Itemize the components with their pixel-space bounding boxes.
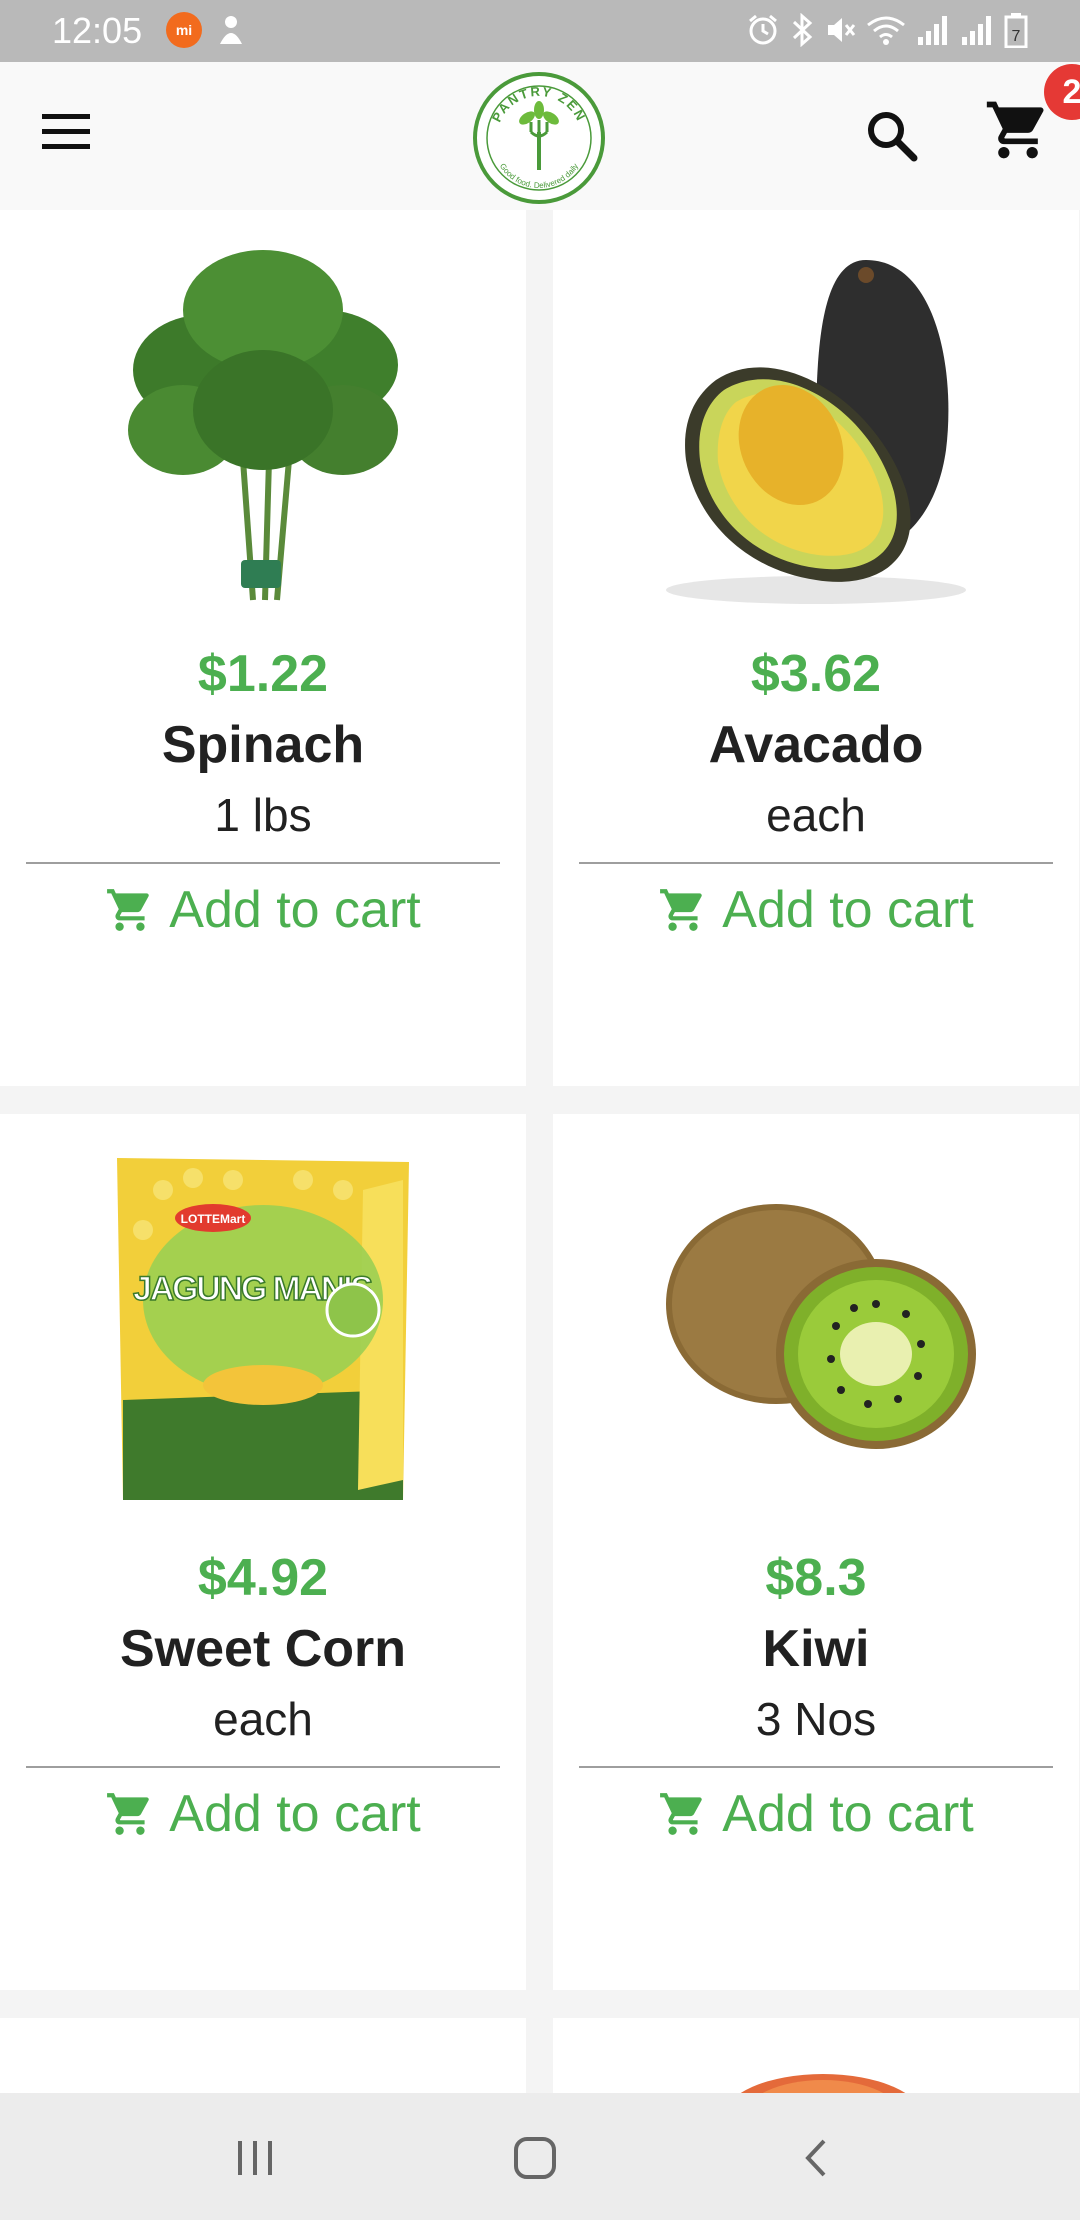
status-bar: 12:05 mi 7	[0, 0, 1080, 62]
divider	[579, 1766, 1053, 1768]
battery-level: 7	[1012, 28, 1021, 45]
cart-icon	[986, 101, 1044, 159]
system-nav-bar	[0, 2093, 1080, 2220]
product-unit: each	[213, 1693, 313, 1745]
cart-icon	[660, 1793, 703, 1835]
screen: 12:05 mi 7 PANTRY ZEN Good food. Deliver…	[0, 0, 1080, 2220]
home-icon	[514, 2137, 556, 2179]
add-to-cart-button[interactable]: Add to cart	[553, 1784, 1079, 1844]
product-image-kiwi	[553, 1114, 1079, 1534]
product-card-partial	[553, 2018, 1079, 2098]
product-card-partial	[0, 2018, 526, 2098]
product-image-avocado	[553, 210, 1079, 630]
product-price: $4.92	[197, 1549, 329, 1607]
mute-icon	[828, 18, 856, 42]
product-image-partial	[733, 2074, 913, 2098]
notification-icon	[220, 16, 242, 44]
status-time: 12:05	[52, 10, 143, 51]
product-card: $8.3 Kiwi 3 Nos Add to cart	[553, 1114, 1079, 1990]
recent-apps-button[interactable]	[220, 2123, 290, 2193]
logo: PANTRY ZEN Good food. Delivered daily	[473, 72, 605, 204]
search-button[interactable]	[862, 106, 924, 168]
bluetooth-icon	[792, 13, 813, 47]
hamburger-menu-icon	[42, 114, 102, 149]
product-image-spinach	[0, 210, 526, 630]
product-price: $3.62	[750, 645, 882, 703]
mi-icon: mi	[166, 12, 202, 48]
status-left-icons: mi	[166, 12, 246, 48]
divider	[26, 1766, 500, 1768]
back-button[interactable]	[782, 2123, 852, 2193]
product-name: Sweet Corn	[119, 1620, 407, 1678]
divider	[579, 862, 1053, 864]
cart-icon	[660, 889, 703, 931]
recent-apps-icon	[238, 2141, 272, 2175]
product-name: Avacado	[708, 716, 924, 774]
product-card: LOTTEMart JAGUNG MANIS $4.92 Sweet Corn …	[0, 1114, 526, 1990]
back-icon	[805, 2139, 826, 2177]
product-price: $8.3	[765, 1549, 867, 1607]
cart-icon	[107, 1793, 150, 1835]
menu-button[interactable]	[42, 114, 102, 160]
home-button[interactable]	[500, 2123, 570, 2193]
signal-icon	[918, 16, 947, 45]
cart-button[interactable]	[984, 96, 1052, 164]
add-to-cart-label: Add to cart	[722, 1785, 974, 1843]
product-unit: 3 Nos	[755, 1693, 877, 1745]
search-icon	[868, 112, 918, 162]
product-card: $1.22 Spinach 1 lbs Add to cart	[0, 210, 526, 1086]
product-name: Kiwi	[762, 1620, 870, 1678]
wifi-icon	[867, 16, 905, 45]
add-to-cart-label: Add to cart	[169, 1785, 421, 1843]
battery-icon: 7	[1004, 13, 1028, 48]
alarm-icon	[749, 14, 777, 45]
add-to-cart-button[interactable]: Add to cart	[553, 880, 1079, 940]
signal-icon	[962, 16, 991, 45]
product-unit: 1 lbs	[214, 789, 312, 841]
product-image-sweet-corn: LOTTEMart JAGUNG MANIS	[0, 1120, 526, 1540]
product-price: $1.22	[197, 645, 329, 703]
app-bar: PANTRY ZEN Good food. Delivered daily 2	[0, 62, 1080, 210]
divider	[26, 862, 500, 864]
bag-brand: LOTTEMart	[181, 1212, 246, 1226]
status-right-icons: 7	[746, 12, 1028, 48]
product-name: Spinach	[161, 716, 365, 774]
add-to-cart-button[interactable]: Add to cart	[0, 880, 526, 940]
product-card: $3.62 Avacado each Add to cart	[553, 210, 1079, 1086]
add-to-cart-label: Add to cart	[722, 881, 974, 939]
add-to-cart-button[interactable]: Add to cart	[0, 1784, 526, 1844]
cart-icon	[107, 889, 150, 931]
add-to-cart-label: Add to cart	[169, 881, 421, 939]
product-unit: each	[766, 789, 866, 841]
